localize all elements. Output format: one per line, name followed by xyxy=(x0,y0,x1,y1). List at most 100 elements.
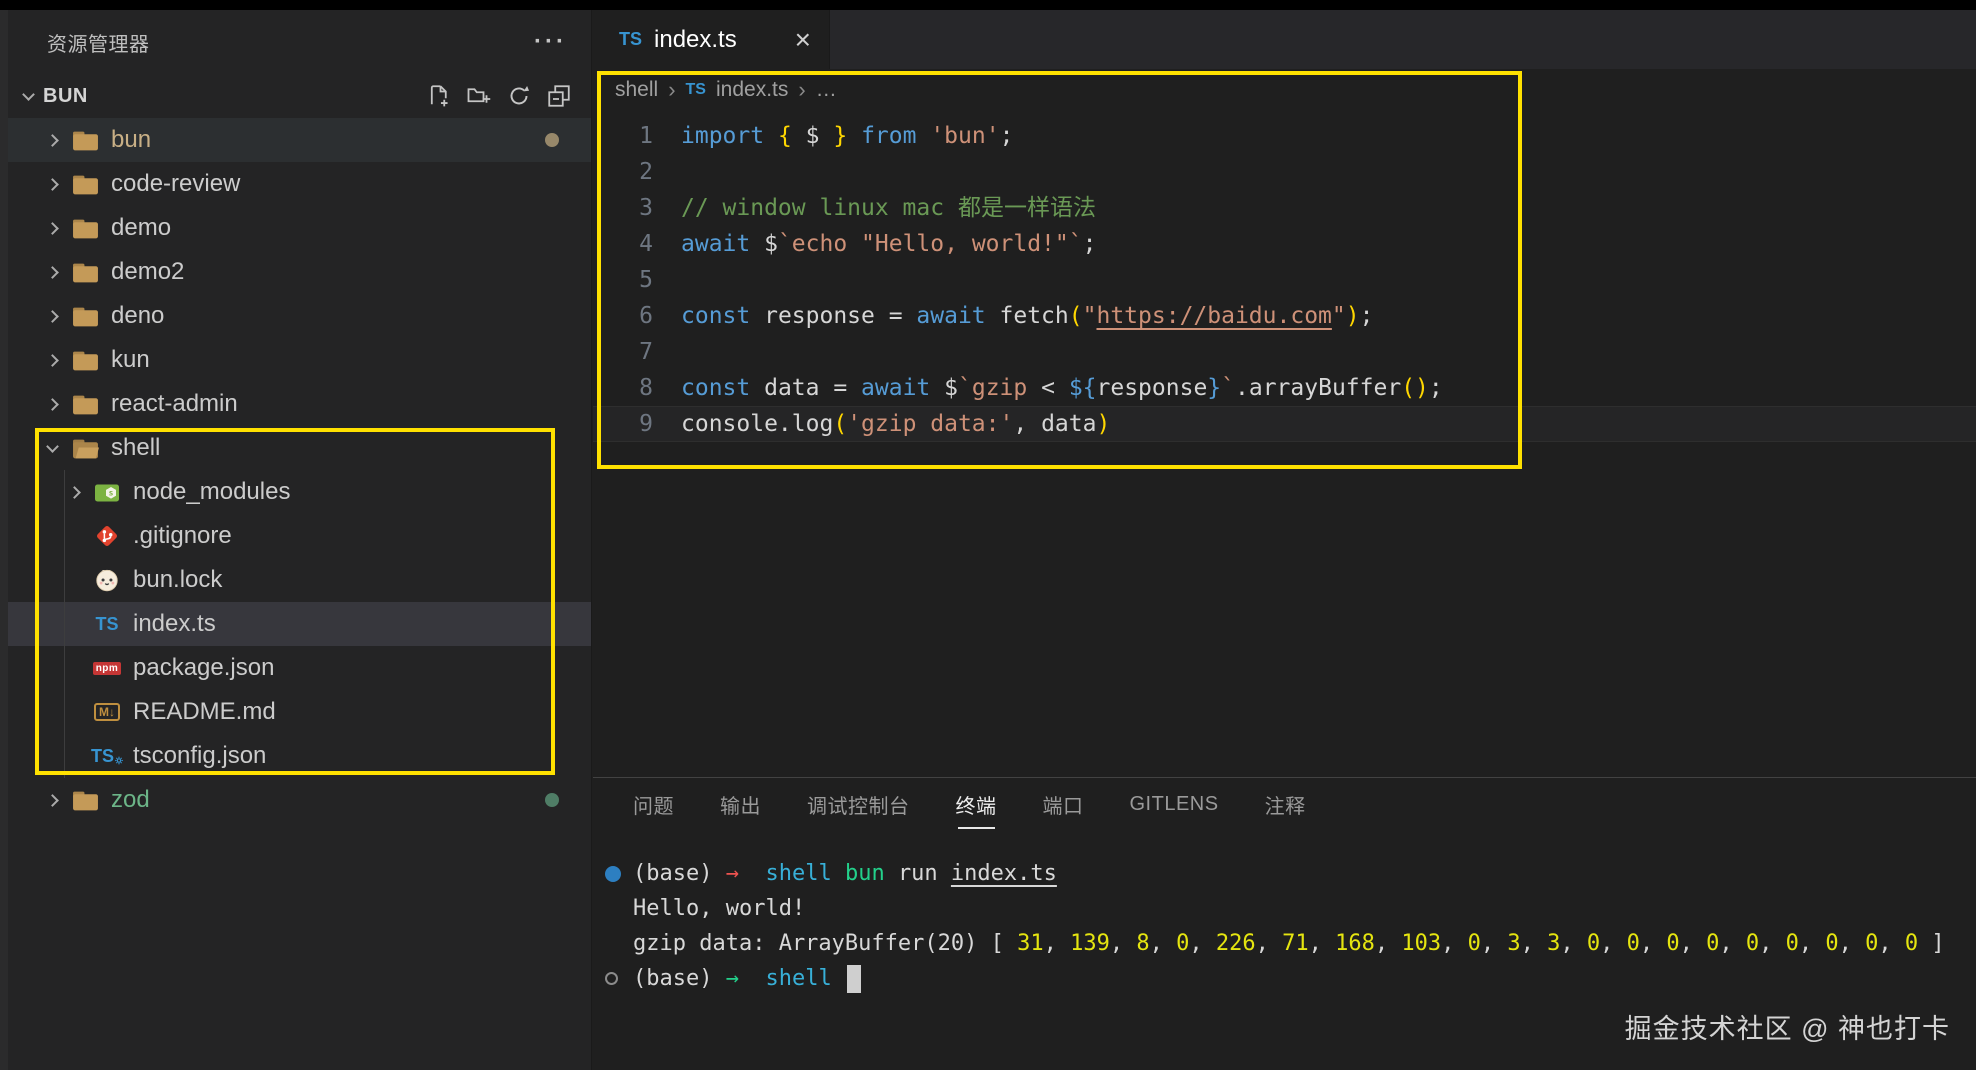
prompt-dot-icon xyxy=(593,865,633,882)
folder-icon xyxy=(69,349,101,372)
folder-icon xyxy=(69,217,101,240)
folder-icon xyxy=(69,173,101,196)
tree-item-code-review[interactable]: code-review xyxy=(8,162,591,206)
close-icon[interactable]: × xyxy=(795,25,811,54)
chevron-right-icon[interactable] xyxy=(46,397,59,411)
tree-item-tsconfig.json[interactable]: TS tsconfig.json xyxy=(8,734,591,778)
tree-item-demo2[interactable]: demo2 xyxy=(8,250,591,294)
section-header-bun[interactable]: BUN xyxy=(8,74,591,118)
tree-item-label: .gitignore xyxy=(133,522,232,549)
panel-tab-GITLENS[interactable]: GITLENS xyxy=(1130,783,1219,826)
tree-item-zod[interactable]: zod xyxy=(8,778,591,822)
code-line[interactable]: 1 import { $ } from 'bun'; xyxy=(593,118,1976,154)
chevron-right-icon[interactable] xyxy=(46,793,59,807)
code-line[interactable]: 6 const response = await fetch("https://b… xyxy=(593,298,1976,334)
terminal-line: gzip data: ArrayBuffer(20) [ 31, 139, 8,… xyxy=(633,931,1945,956)
folder-icon xyxy=(69,393,101,416)
panel-tab-问题[interactable]: 问题 xyxy=(633,780,674,829)
breadcrumb[interactable]: shell › TS index.ts › … xyxy=(593,69,1976,111)
code-line[interactable]: 7 xyxy=(593,334,1976,370)
tree-item-README.md[interactable]: M↓ README.md xyxy=(8,690,591,734)
line-number: 8 xyxy=(639,375,653,401)
chevron-right-icon[interactable] xyxy=(46,133,59,147)
tab-index-ts[interactable]: TS index.ts × xyxy=(593,10,830,69)
code-line[interactable]: 2 xyxy=(593,154,1976,190)
chevron-right-icon[interactable] xyxy=(68,485,81,499)
refresh-icon[interactable] xyxy=(507,84,531,108)
code-editor[interactable]: 1 import { $ } from 'bun'; 2 3 // window lin… xyxy=(593,111,1976,442)
new-file-icon[interactable] xyxy=(427,84,451,108)
tree-item-label: react-admin xyxy=(111,390,238,417)
chevron-down-icon[interactable] xyxy=(22,87,35,101)
explorer-sidebar: 资源管理器 ··· BUN bun code-review demo demo2 den… xyxy=(8,10,592,1070)
tree-item-label: index.ts xyxy=(133,610,216,637)
code-line[interactable]: 5 xyxy=(593,262,1976,298)
new-folder-icon[interactable] xyxy=(467,84,491,108)
code-line[interactable]: 8 const data = await $`gzip < ${response}… xyxy=(593,370,1976,406)
chevron-right-icon[interactable] xyxy=(46,221,59,235)
tree-item-index.ts[interactable]: TS index.ts xyxy=(8,602,591,646)
panel-tab-注释[interactable]: 注释 xyxy=(1265,780,1306,829)
tree-item-node_modules[interactable]: s node_modules xyxy=(8,470,591,514)
chevron-right-icon[interactable] xyxy=(46,353,59,367)
tree-item-kun[interactable]: kun xyxy=(8,338,591,382)
code-text: const response = await fetch("https://ba… xyxy=(681,303,1374,329)
npm-icon: npm xyxy=(91,661,123,675)
code-line[interactable]: 4 await $`echo "Hello, world!"`; xyxy=(593,226,1976,262)
git-status-dot xyxy=(545,133,559,147)
prompt-circle-icon xyxy=(593,972,633,985)
tree-item-label: demo xyxy=(111,214,172,241)
panel-tab-终端[interactable]: 终端 xyxy=(956,780,997,829)
more-actions-icon[interactable]: ··· xyxy=(534,28,567,56)
tsconfig-icon: TS xyxy=(91,746,123,767)
ts-icon: TS xyxy=(95,613,119,634)
code-text: // window linux mac 都是一样语法 xyxy=(681,195,1096,221)
folder-icon xyxy=(69,305,101,328)
node-icon: s xyxy=(91,481,123,504)
tree-item-label: zod xyxy=(111,786,150,813)
terminal-line: (base) → shell bun run index.ts xyxy=(593,856,1976,891)
svg-text:s: s xyxy=(109,488,114,497)
terminal[interactable]: (base) → shell bun run index.ts Hello, wo… xyxy=(593,856,1976,996)
line-number: 6 xyxy=(639,303,653,329)
line-number: 4 xyxy=(639,231,653,257)
section-label: BUN xyxy=(43,84,88,107)
folder-open-icon xyxy=(69,437,101,460)
bottom-panel: 问题 输出 调试控制台 终端 端口 GITLENS 注释 (base) → shell bu… xyxy=(593,777,1976,1070)
tree-item-.gitignore[interactable]: .gitignore xyxy=(8,514,591,558)
tree-item-label: package.json xyxy=(133,654,275,681)
tree-item-label: code-review xyxy=(111,170,241,197)
tree-item-bun.lock[interactable]: bun.lock xyxy=(8,558,591,602)
breadcrumb-folder[interactable]: shell xyxy=(615,78,658,102)
line-number: 1 xyxy=(639,123,653,149)
chevron-right-icon[interactable] xyxy=(46,309,59,323)
collapse-all-icon[interactable] xyxy=(547,84,571,108)
code-line[interactable]: 3 // window linux mac 都是一样语法 xyxy=(593,190,1976,226)
chevron-down-icon[interactable] xyxy=(46,439,59,453)
tree-item-react-admin[interactable]: react-admin xyxy=(8,382,591,426)
tree-item-demo[interactable]: demo xyxy=(8,206,591,250)
chevron-right-icon[interactable] xyxy=(46,265,59,279)
chevron-right-icon[interactable] xyxy=(46,177,59,191)
tree-item-bun[interactable]: bun xyxy=(8,118,591,162)
code-text: console.log('gzip data:', data) xyxy=(681,411,1111,437)
panel-tab-调试控制台[interactable]: 调试控制台 xyxy=(807,780,910,829)
panel-tab-端口[interactable]: 端口 xyxy=(1043,780,1084,829)
panel-tab-输出[interactable]: 输出 xyxy=(720,780,761,829)
breadcrumb-file[interactable]: index.ts xyxy=(716,78,788,102)
tree-item-deno[interactable]: deno xyxy=(8,294,591,338)
code-text: const data = await $`gzip < ${response}`… xyxy=(681,375,1443,401)
code-text: await $`echo "Hello, world!"`; xyxy=(681,231,1097,257)
bun-icon xyxy=(91,568,123,592)
tree-item-shell[interactable]: shell xyxy=(8,426,591,470)
code-line[interactable]: 9 console.log('gzip data:', data) xyxy=(593,406,1976,442)
tree-item-package.json[interactable]: npm package.json xyxy=(8,646,591,690)
breadcrumb-symbol[interactable]: … xyxy=(816,78,837,102)
tab-label: index.ts xyxy=(654,25,737,53)
